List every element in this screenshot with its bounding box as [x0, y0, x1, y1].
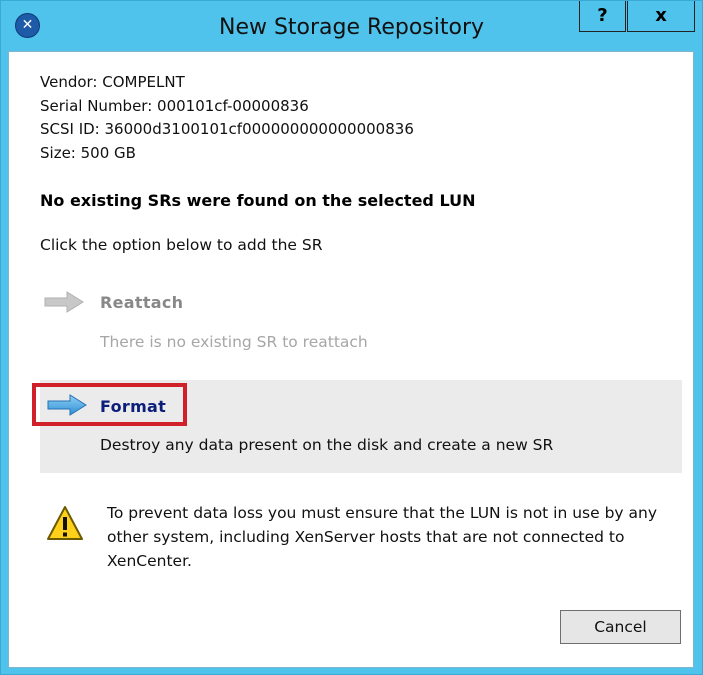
instruction-text: Click the option below to add the SR [40, 236, 323, 254]
warning-text: To prevent data loss you must ensure tha… [107, 504, 658, 570]
size-text: Size: 500 GB [40, 143, 136, 162]
format-highlight-box [32, 383, 187, 426]
arrow-right-icon [44, 291, 84, 313]
reattach-description: There is no existing SR to reattach [100, 333, 368, 351]
serial-number-text: Serial Number: 000101cf-00000836 [40, 96, 309, 115]
reattach-label: Reattach [100, 293, 184, 312]
vendor-text: Vendor: COMPELNT [40, 73, 185, 91]
format-description: Destroy any data present on the disk and… [100, 436, 554, 454]
help-button[interactable]: ? [579, 1, 626, 32]
lun-info: Vendor: COMPELNT Serial Number: 000101cf… [40, 71, 414, 165]
format-option[interactable]: Format Destroy any data present on the d… [32, 380, 682, 473]
title-bar[interactable]: New Storage Repository ? x [1, 1, 702, 51]
no-sr-heading: No existing SRs were found on the select… [40, 191, 476, 210]
dialog-content: Vendor: COMPELNT Serial Number: 000101cf… [8, 51, 694, 668]
warning-icon [47, 506, 83, 540]
dialog-window: New Storage Repository ? x Vendor: COMPE… [0, 0, 703, 675]
close-button[interactable]: x [627, 1, 695, 32]
reattach-option: Reattach There is no existing SR to reat… [40, 284, 680, 366]
cancel-button[interactable]: Cancel [560, 610, 681, 644]
scsi-id-text: SCSI ID: 36000d3100101cf0000000000000008… [40, 120, 414, 138]
